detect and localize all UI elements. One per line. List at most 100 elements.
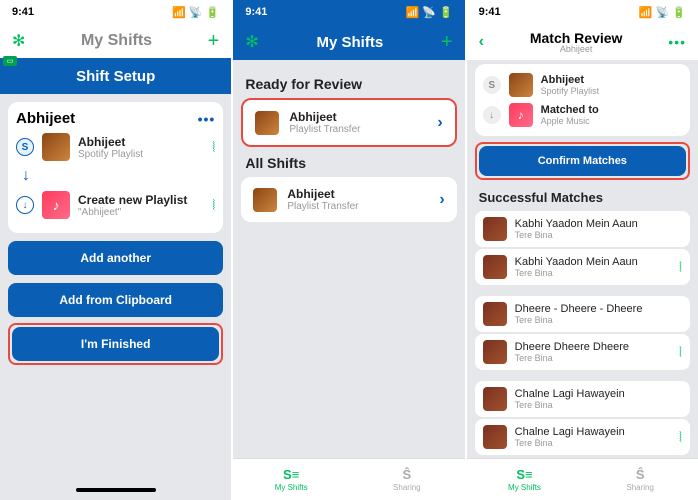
track-title: Chalne Lagi Hawayein: [515, 388, 682, 400]
track-row[interactable]: Kabhi Yaadon Mein Aaun Tere Bina: [475, 211, 690, 247]
track-art: [483, 217, 507, 241]
faint-header: ✻ My Shifts +: [0, 24, 231, 58]
modal-title: Shift Setup: [76, 68, 155, 85]
highlight-box: Confirm Matches: [475, 142, 690, 180]
header: ‹ Match Review Abhijeet •••: [467, 24, 698, 60]
ready-shift-row[interactable]: Abhijeet Playlist Transfer ›: [241, 98, 456, 147]
status-time: 9:41: [245, 6, 267, 18]
sharing-icon: Ŝ: [403, 467, 412, 482]
track-sub: Tere Bina: [515, 268, 671, 278]
shifts-icon: S≡: [516, 467, 532, 482]
row-sub: Playlist Transfer: [289, 124, 427, 135]
add-from-clipboard-button[interactable]: Add from Clipboard: [8, 283, 223, 317]
tab-bar: S≡ My Shifts Ŝ Sharing: [467, 458, 698, 500]
match-icon[interactable]: ⦚: [679, 259, 682, 276]
track-sub: Tere Bina: [515, 353, 671, 363]
edit-icon[interactable]: ⦚: [212, 139, 215, 156]
phone-shift-setup: 9:41 📶 📡 🔋 ✻ My Shifts + Shift Setup ▭ A…: [0, 0, 231, 500]
track-row[interactable]: Kabhi Yaadon Mein Aaun Tere Bina ⦚: [475, 249, 690, 285]
tab-sharing[interactable]: Ŝ Sharing: [582, 459, 698, 500]
section-success-title: Successful Matches: [479, 190, 686, 205]
status-bar: 9:41 📶 📡 🔋: [467, 0, 698, 24]
add-icon[interactable]: +: [441, 31, 453, 54]
phone-my-shifts: 9:41 📶 📡 🔋 ✻ My Shifts + Ready for Revie…: [233, 0, 464, 500]
service-sub: Spotify Playlist: [78, 149, 204, 160]
dest-row: ↓ ♪ Matched to Apple Music: [483, 100, 682, 130]
dest-sub: Apple Music: [541, 116, 682, 126]
content: S Abhijeet Spotify Playlist ↓ ♪ Matched …: [467, 60, 698, 458]
track-row[interactable]: Dheere Dheere Dheere Tere Bina ⦚: [475, 334, 690, 370]
apple-music-icon: ♪: [509, 103, 533, 127]
status-bar: 9:41 📶 📡 🔋: [0, 0, 231, 24]
track-art: [483, 425, 507, 449]
album-art: [509, 73, 533, 97]
match-icon[interactable]: ⦚: [679, 344, 682, 361]
tab-sharing[interactable]: Ŝ Sharing: [349, 459, 465, 500]
match-card: S Abhijeet Spotify Playlist ↓ ♪ Matched …: [475, 64, 690, 136]
sharing-icon: Ŝ: [636, 467, 645, 482]
track-title: Kabhi Yaadon Mein Aaun: [515, 218, 682, 230]
arrow-down-icon: ↓: [22, 167, 215, 185]
add-icon[interactable]: +: [208, 30, 220, 53]
content: Abhijeet ••• S Abhijeet Spotify Playlist…: [0, 94, 231, 480]
im-finished-button[interactable]: I'm Finished: [12, 327, 219, 361]
more-icon[interactable]: •••: [668, 34, 686, 50]
home-indicator: [0, 480, 231, 500]
add-another-button[interactable]: Add another: [8, 241, 223, 275]
chevron-right-icon: ›: [437, 114, 442, 132]
track-list: Kabhi Yaadon Mein Aaun Tere Bina Kabhi Y…: [475, 211, 690, 455]
source-icon: S: [483, 76, 501, 94]
service-sub: "Abhijeet": [78, 207, 204, 218]
status-bar: 9:41 📶 📡 🔋: [233, 0, 464, 24]
settings-icon[interactable]: ✻: [245, 32, 258, 52]
content: Ready for Review Abhijeet Playlist Trans…: [233, 60, 464, 458]
tab-bar: S≡ My Shifts Ŝ Sharing: [233, 458, 464, 500]
source-sub: Spotify Playlist: [541, 86, 682, 96]
row-title: Abhijeet: [287, 187, 429, 201]
chevron-right-icon: ›: [439, 191, 444, 209]
section-all-title: All Shifts: [245, 155, 452, 171]
track-art: [483, 387, 507, 411]
playlist-card: Abhijeet ••• S Abhijeet Spotify Playlist…: [8, 102, 223, 233]
header: ✻ My Shifts +: [233, 24, 464, 60]
dest-name: Matched to: [541, 104, 682, 116]
modal-header: Shift Setup: [0, 58, 231, 94]
edit-icon[interactable]: ⦚: [212, 197, 215, 214]
section-ready-title: Ready for Review: [245, 76, 452, 92]
page-title: My Shifts: [317, 34, 384, 51]
track-title: Kabhi Yaadon Mein Aaun: [515, 256, 671, 268]
track-art: [483, 255, 507, 279]
tab-my-shifts[interactable]: S≡ My Shifts: [467, 459, 583, 500]
more-icon[interactable]: •••: [198, 111, 216, 127]
service-name: Create new Playlist: [78, 193, 204, 207]
track-sub: Tere Bina: [515, 438, 671, 448]
highlight-box: I'm Finished: [8, 323, 223, 365]
source-name: Abhijeet: [541, 74, 682, 86]
match-icon[interactable]: ⦚: [679, 429, 682, 446]
arrow-circle-icon: ↓: [16, 196, 34, 214]
track-row[interactable]: Chalne Lagi Hawayein Tere Bina: [475, 381, 690, 417]
status-time: 9:41: [12, 6, 34, 18]
source-row: S Abhijeet Spotify Playlist: [483, 70, 682, 100]
status-time: 9:41: [479, 6, 501, 18]
source-service-row[interactable]: S Abhijeet Spotify Playlist ⦚: [16, 127, 215, 167]
dest-service-row[interactable]: ↓ ♪ Create new Playlist "Abhijeet" ⦚: [16, 185, 215, 225]
status-icons: 📶 📡 🔋: [172, 6, 219, 19]
confirm-matches-button[interactable]: Confirm Matches: [479, 146, 686, 176]
tab-my-shifts[interactable]: S≡ My Shifts: [233, 459, 349, 500]
settings-icon[interactable]: ✻: [12, 31, 25, 51]
track-row[interactable]: Dheere - Dheere - Dheere Tere Bina: [475, 296, 690, 332]
track-row[interactable]: Chalne Lagi Hawayein Tere Bina ⦚: [475, 419, 690, 455]
track-title: Dheere Dheere Dheere: [515, 341, 671, 353]
album-art: [42, 133, 70, 161]
track-title: Chalne Lagi Hawayein: [515, 426, 671, 438]
row-sub: Playlist Transfer: [287, 201, 429, 212]
track-art: [483, 302, 507, 326]
phone-match-review: 9:41 📶 📡 🔋 ‹ Match Review Abhijeet ••• S…: [467, 0, 698, 500]
apple-music-icon: ♪: [42, 191, 70, 219]
track-sub: Tere Bina: [515, 230, 682, 240]
row-title: Abhijeet: [289, 110, 427, 124]
all-shift-row[interactable]: Abhijeet Playlist Transfer ›: [241, 177, 456, 222]
track-sub: Tere Bina: [515, 315, 682, 325]
spotify-icon: S: [16, 138, 34, 156]
